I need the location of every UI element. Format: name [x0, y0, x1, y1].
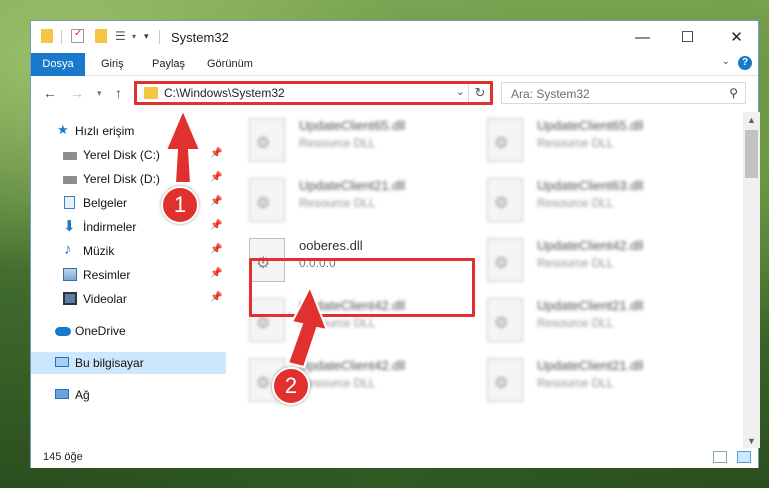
computer-icon [55, 357, 69, 367]
sidebar-item-music[interactable]: ♪ Müzik 📌 [31, 240, 226, 262]
documents-icon [64, 196, 75, 209]
star-icon: ★ [57, 122, 69, 137]
pin-icon[interactable]: 📌 [210, 244, 222, 255]
sidebar-item-local-disk-d[interactable]: Yerel Disk (D:) 📌 [31, 168, 226, 190]
file-explorer-window: ✓ ☰ ▾ ▾ System32 — ☐ ✕ Dosya Giriş Payla… [30, 20, 760, 468]
window-title: System32 [171, 30, 229, 45]
cloud-icon [55, 327, 71, 336]
pin-icon[interactable]: 📌 [210, 292, 222, 303]
step-badge-2: 2 [272, 367, 310, 405]
file-item[interactable]: ⚙ UpdateClient21.dll Resource DLL [465, 352, 695, 410]
help-button[interactable]: ? [738, 56, 752, 70]
file-item[interactable]: ⚙ UpdateClient63.dll Resource DLL [465, 172, 695, 230]
customize-toolbar-icon[interactable]: ▾ [144, 31, 149, 47]
pin-icon[interactable]: 📌 [210, 220, 222, 231]
tab-gorunum[interactable]: Görünüm [207, 53, 253, 75]
gear-icon: ⚙ [256, 375, 271, 392]
search-box[interactable]: Ara: System32 ⚲ [501, 82, 746, 104]
divider [61, 30, 62, 44]
sidebar-item-network[interactable]: Ağ [31, 384, 226, 406]
sidebar-item-videos[interactable]: Videolar 📌 [31, 288, 226, 310]
step-badge-1: 1 [161, 186, 199, 224]
file-item[interactable]: ⚙ UpdateClient65.dll Resource DLL [227, 112, 457, 170]
sidebar-item-this-pc[interactable]: Bu bilgisayar [31, 352, 226, 374]
search-icon[interactable]: ⚲ [729, 86, 738, 100]
file-item[interactable]: ⚙ UpdateClient42.dll Resource DLL [227, 352, 457, 410]
vertical-scrollbar[interactable]: ▲ ▼ [743, 112, 760, 448]
expand-ribbon-icon[interactable]: ⌄ [722, 56, 730, 67]
sidebar-item-downloads[interactable]: ⬇ İndirmeler 📌 [31, 216, 226, 238]
pin-icon[interactable]: 📌 [210, 196, 222, 207]
gear-icon: ⚙ [494, 135, 509, 152]
pictures-icon [63, 268, 77, 281]
dll-file-icon: ⚙ [249, 178, 285, 222]
dll-file-icon: ⚙ [487, 118, 523, 162]
tab-paylas[interactable]: Paylaş [152, 53, 185, 75]
scroll-down-icon[interactable]: ▼ [747, 436, 756, 446]
dll-file-icon: ⚙ [487, 358, 523, 402]
gear-icon: ⚙ [256, 195, 271, 212]
dll-file-icon: ⚙ [487, 298, 523, 342]
dll-file-icon: ⚙ [487, 238, 523, 282]
chevron-down-icon[interactable]: ▾ [132, 32, 136, 48]
videos-icon [63, 292, 77, 305]
pin-icon[interactable]: 📌 [210, 148, 222, 159]
download-icon: ⬇ [63, 218, 76, 235]
sidebar-item-onedrive[interactable]: OneDrive [31, 320, 226, 342]
gear-icon: ⚙ [494, 195, 509, 212]
item-count: 145 öğe [43, 451, 83, 463]
gear-icon: ⚙ [256, 135, 271, 152]
dll-file-icon: ⚙ [487, 178, 523, 222]
drive-icon [63, 152, 77, 160]
minimize-button[interactable]: — [620, 21, 665, 53]
navigation-pane: ★ Hızlı erişim Yerel Disk (C:) 📌 Yerel D… [31, 112, 226, 448]
ooberes-highlight [249, 258, 475, 317]
sidebar-item-quick-access[interactable]: ★ Hızlı erişim [31, 120, 226, 142]
sidebar-item-local-disk-c[interactable]: Yerel Disk (C:) 📌 [31, 144, 226, 166]
scroll-up-icon[interactable]: ▲ [747, 115, 756, 125]
address-bar-highlight [134, 81, 493, 105]
maximize-button[interactable]: ☐ [665, 21, 710, 53]
file-item[interactable]: ⚙ UpdateClient65.dll Resource DLL [465, 112, 695, 170]
pin-icon[interactable]: 📌 [210, 172, 222, 183]
tab-giris[interactable]: Giriş [101, 53, 124, 75]
folder-icon[interactable] [41, 29, 53, 43]
divider [159, 30, 160, 44]
search-input[interactable]: Ara: System32 [511, 87, 590, 101]
music-icon: ♪ [64, 241, 72, 258]
gear-icon: ⚙ [494, 255, 509, 272]
drive-icon [63, 176, 77, 184]
back-arrow-icon[interactable]: ← [43, 85, 57, 101]
file-item[interactable]: ⚙ UpdateClient21.dll Resource DLL [227, 172, 457, 230]
gear-icon: ⚙ [494, 315, 509, 332]
properties-icon[interactable]: ✓ [71, 28, 84, 43]
gear-icon: ⚙ [494, 375, 509, 392]
status-bar: 145 öğe [31, 448, 758, 468]
forward-arrow-icon[interactable]: → [70, 85, 84, 101]
file-item[interactable]: ⚙ UpdateClient21.dll Resource DLL [465, 292, 695, 350]
scrollbar-thumb[interactable] [745, 130, 758, 178]
close-button[interactable]: ✕ [714, 21, 759, 53]
network-icon [55, 389, 69, 399]
pin-icon[interactable]: 📌 [210, 268, 222, 279]
title-bar: ✓ ☰ ▾ ▾ System32 — ☐ ✕ [31, 21, 758, 53]
ribbon: Dosya Giriş Paylaş Görünüm ⌄ ? [31, 53, 758, 111]
sidebar-item-pictures[interactable]: Resimler 📌 [31, 264, 226, 286]
details-view-icon[interactable] [713, 451, 727, 463]
up-arrow-icon[interactable]: ↑ [115, 85, 122, 101]
dll-file-icon: ⚙ [249, 118, 285, 162]
new-folder-icon[interactable] [95, 29, 107, 43]
view-options-icon[interactable]: ☰ [115, 29, 129, 43]
large-icons-view-icon[interactable] [737, 451, 751, 463]
recent-locations-icon[interactable]: ▾ [97, 88, 102, 99]
navigation-bar: ← → ▾ ↑ C:\Windows\System32 ⌄ ↻ Ara: Sys… [31, 76, 758, 112]
file-item[interactable]: ⚙ UpdateClient42.dll Resource DLL [465, 232, 695, 290]
